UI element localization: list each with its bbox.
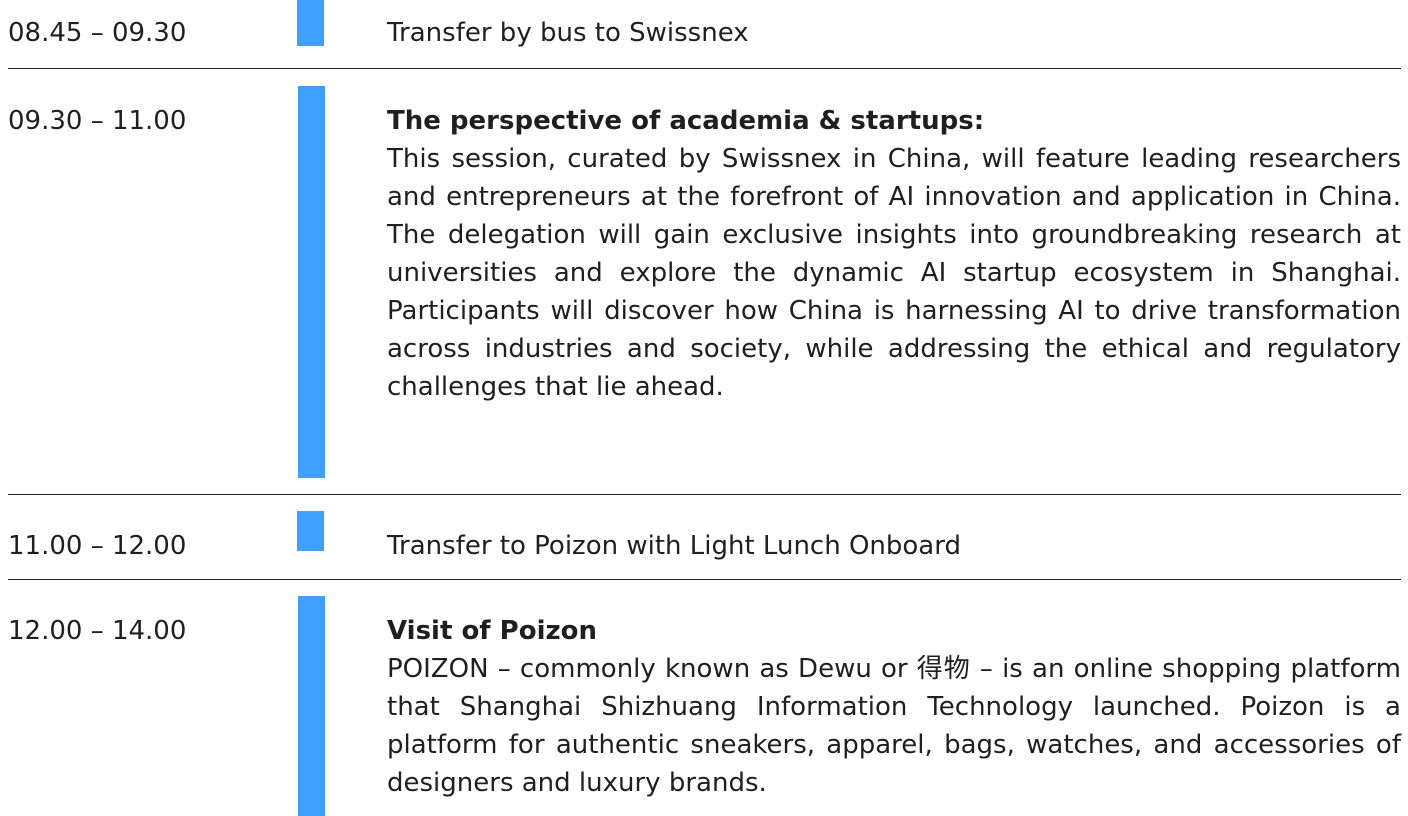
timeline-bar bbox=[298, 596, 325, 816]
timeline-bar bbox=[298, 86, 325, 478]
schedule-item: 09.30 – 11.00 The perspective of academi… bbox=[0, 70, 1401, 495]
session-title: Visit of Poizon bbox=[387, 616, 598, 646]
schedule-time: 09.30 – 11.00 bbox=[8, 106, 187, 136]
schedule-time: 08.45 – 09.30 bbox=[8, 18, 187, 48]
schedule-session: The perspective of academia & startups: … bbox=[387, 102, 1401, 406]
divider bbox=[8, 68, 1401, 69]
timeline-bar bbox=[297, 511, 324, 551]
schedule-text: Transfer to Poizon with Light Lunch Onbo… bbox=[387, 531, 961, 561]
session-title: The perspective of academia & startups: bbox=[387, 106, 985, 136]
schedule-text: Transfer by bus to Swissnex bbox=[387, 18, 749, 48]
schedule-item: 12.00 – 14.00 Visit of Poizon POIZON – c… bbox=[0, 580, 1401, 816]
schedule-time: 12.00 – 14.00 bbox=[8, 616, 187, 646]
schedule-item: 08.45 – 09.30 Transfer by bus to Swissne… bbox=[0, 0, 1401, 70]
session-description: POIZON – commonly known as Dewu or 得物 – … bbox=[387, 654, 1401, 798]
session-description: This session, curated by Swissnex in Chi… bbox=[387, 144, 1401, 402]
timeline-bar bbox=[297, 0, 324, 46]
schedule-session: Visit of Poizon POIZON – commonly known … bbox=[387, 612, 1401, 802]
schedule-time: 11.00 – 12.00 bbox=[8, 531, 187, 561]
schedule-item: 11.00 – 12.00 Transfer to Poizon with Li… bbox=[0, 495, 1401, 580]
